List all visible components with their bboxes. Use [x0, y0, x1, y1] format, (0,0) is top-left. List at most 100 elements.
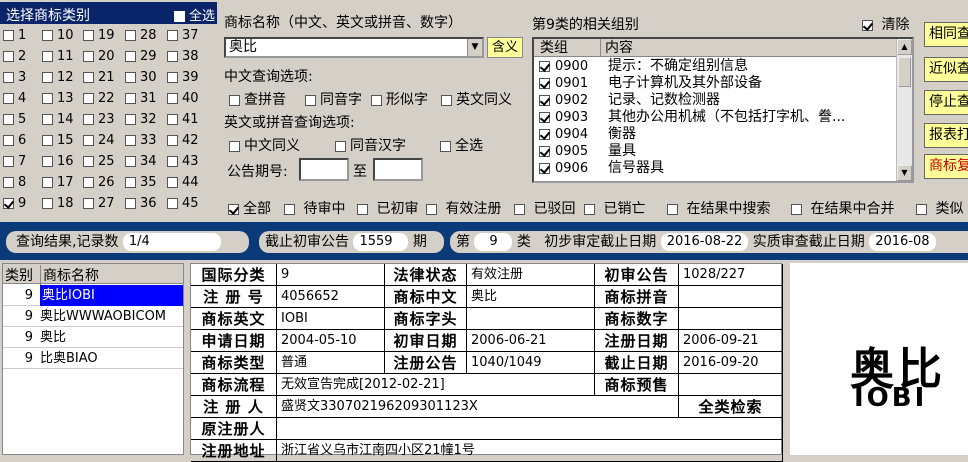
announce-from-input[interactable]: [299, 158, 349, 181]
category-35[interactable]: 35: [125, 173, 157, 193]
scroll-thumb[interactable]: [898, 57, 911, 87]
category-checkbox[interactable]: [83, 72, 94, 83]
category-checkbox[interactable]: [42, 156, 53, 167]
option-homophone[interactable]: 同音字: [305, 89, 362, 109]
group-checkbox[interactable]: [539, 146, 550, 157]
option-en-synonym-checkbox[interactable]: [441, 94, 452, 106]
filter-rejected-checkbox[interactable]: [514, 203, 525, 215]
category-checkbox[interactable]: [83, 156, 94, 167]
group-scrollbar[interactable]: ▲ ▼: [896, 39, 912, 181]
category-32[interactable]: 32: [125, 110, 157, 130]
category-checkbox[interactable]: [167, 177, 178, 188]
filter-merge-in-results[interactable]: 在结果中合并: [791, 198, 894, 218]
category-45[interactable]: 45: [167, 194, 199, 214]
category-39[interactable]: 39: [167, 68, 199, 88]
meaning-button[interactable]: 含义: [487, 37, 523, 58]
category-checkbox[interactable]: [3, 156, 14, 167]
category-26[interactable]: 26: [83, 173, 115, 193]
category-checkbox[interactable]: [42, 72, 53, 83]
category-41[interactable]: 41: [167, 110, 199, 130]
announce-to-input[interactable]: [373, 158, 423, 181]
trademark-review-button[interactable]: 商标复: [924, 154, 968, 179]
option-similar-shape-checkbox[interactable]: [371, 94, 382, 106]
category-18[interactable]: 18: [42, 194, 74, 214]
category-21[interactable]: 21: [83, 68, 115, 88]
group-row[interactable]: 0906 信号器具: [534, 160, 896, 177]
clear-groups-checkbox[interactable]: [862, 19, 873, 31]
category-37[interactable]: 37: [167, 26, 199, 46]
group-row[interactable]: 0901 电子计算机及其外部设备: [534, 75, 896, 92]
result-row[interactable]: 9 奥比IOBI: [3, 285, 183, 306]
category-10[interactable]: 10: [42, 26, 74, 46]
category-6[interactable]: 6: [3, 131, 26, 151]
similar-search-button[interactable]: 近似查: [924, 57, 968, 82]
category-checkbox[interactable]: [42, 135, 53, 146]
category-11[interactable]: 11: [42, 47, 74, 67]
category-3[interactable]: 3: [3, 68, 26, 88]
category-checkbox[interactable]: [125, 198, 136, 209]
all-class-search-button[interactable]: 全类检索: [679, 396, 783, 418]
filter-dead[interactable]: 已销亡: [584, 198, 645, 218]
category-20[interactable]: 20: [83, 47, 115, 67]
clear-groups[interactable]: 清除: [862, 14, 909, 34]
result-row[interactable]: 9 奥比: [3, 327, 183, 348]
category-7[interactable]: 7: [3, 152, 26, 172]
filter-all[interactable]: 全部: [228, 198, 271, 218]
category-25[interactable]: 25: [83, 152, 115, 172]
category-40[interactable]: 40: [167, 89, 199, 109]
option-homophone-hanzi[interactable]: 同音汉字: [335, 135, 406, 155]
option-en-synonym[interactable]: 英文同义: [441, 89, 512, 109]
filter-registered[interactable]: 有效注册: [426, 198, 501, 218]
category-19[interactable]: 19: [83, 26, 115, 46]
category-28[interactable]: 28: [125, 26, 157, 46]
category-checkbox[interactable]: [125, 114, 136, 125]
category-29[interactable]: 29: [125, 47, 157, 67]
category-36[interactable]: 36: [125, 194, 157, 214]
filter-registered-checkbox[interactable]: [426, 203, 437, 215]
category-checkbox[interactable]: [167, 30, 178, 41]
group-row[interactable]: 0904 衡器: [534, 126, 896, 143]
category-checkbox[interactable]: [125, 72, 136, 83]
group-checkbox[interactable]: [539, 163, 550, 174]
scroll-up-icon[interactable]: ▲: [897, 39, 912, 55]
category-24[interactable]: 24: [83, 131, 115, 151]
category-checkbox[interactable]: [83, 177, 94, 188]
category-checkbox[interactable]: [83, 93, 94, 104]
filter-pending-checkbox[interactable]: [284, 203, 295, 215]
category-38[interactable]: 38: [167, 47, 199, 67]
group-row[interactable]: 0903 其他办公用机械（不包括打字机、誊...: [534, 109, 896, 126]
group-checkbox[interactable]: [539, 61, 550, 72]
category-checkbox[interactable]: [3, 114, 14, 125]
filter-prelim-checkbox[interactable]: [357, 203, 368, 215]
category-checkbox[interactable]: [125, 93, 136, 104]
category-checkbox[interactable]: [42, 177, 53, 188]
category-22[interactable]: 22: [83, 89, 115, 109]
category-checkbox[interactable]: [167, 72, 178, 83]
filter-dead-checkbox[interactable]: [584, 203, 595, 215]
category-16[interactable]: 16: [42, 152, 74, 172]
category-42[interactable]: 42: [167, 131, 199, 151]
group-checkbox[interactable]: [539, 95, 550, 106]
category-23[interactable]: 23: [83, 110, 115, 130]
category-checkbox[interactable]: [167, 51, 178, 62]
scroll-down-icon[interactable]: ▼: [897, 165, 912, 181]
category-30[interactable]: 30: [125, 68, 157, 88]
group-checkbox[interactable]: [539, 112, 550, 123]
filter-search-in-results[interactable]: 在结果中搜索: [667, 198, 770, 218]
category-17[interactable]: 17: [42, 173, 74, 193]
category-checkbox[interactable]: [125, 30, 136, 41]
group-checkbox[interactable]: [539, 129, 550, 140]
category-checkbox[interactable]: [125, 156, 136, 167]
category-checkbox[interactable]: [125, 51, 136, 62]
category-4[interactable]: 4: [3, 89, 26, 109]
category-checkbox[interactable]: [167, 156, 178, 167]
category-checkbox[interactable]: [167, 114, 178, 125]
category-checkbox[interactable]: [83, 198, 94, 209]
category-33[interactable]: 33: [125, 131, 157, 151]
category-43[interactable]: 43: [167, 152, 199, 172]
chevron-down-icon[interactable]: ▼: [467, 39, 482, 56]
option-similar-shape[interactable]: 形似字: [371, 89, 428, 109]
category-checkbox[interactable]: [167, 135, 178, 146]
filter-rejected[interactable]: 已驳回: [514, 198, 575, 218]
category-checkbox[interactable]: [83, 114, 94, 125]
